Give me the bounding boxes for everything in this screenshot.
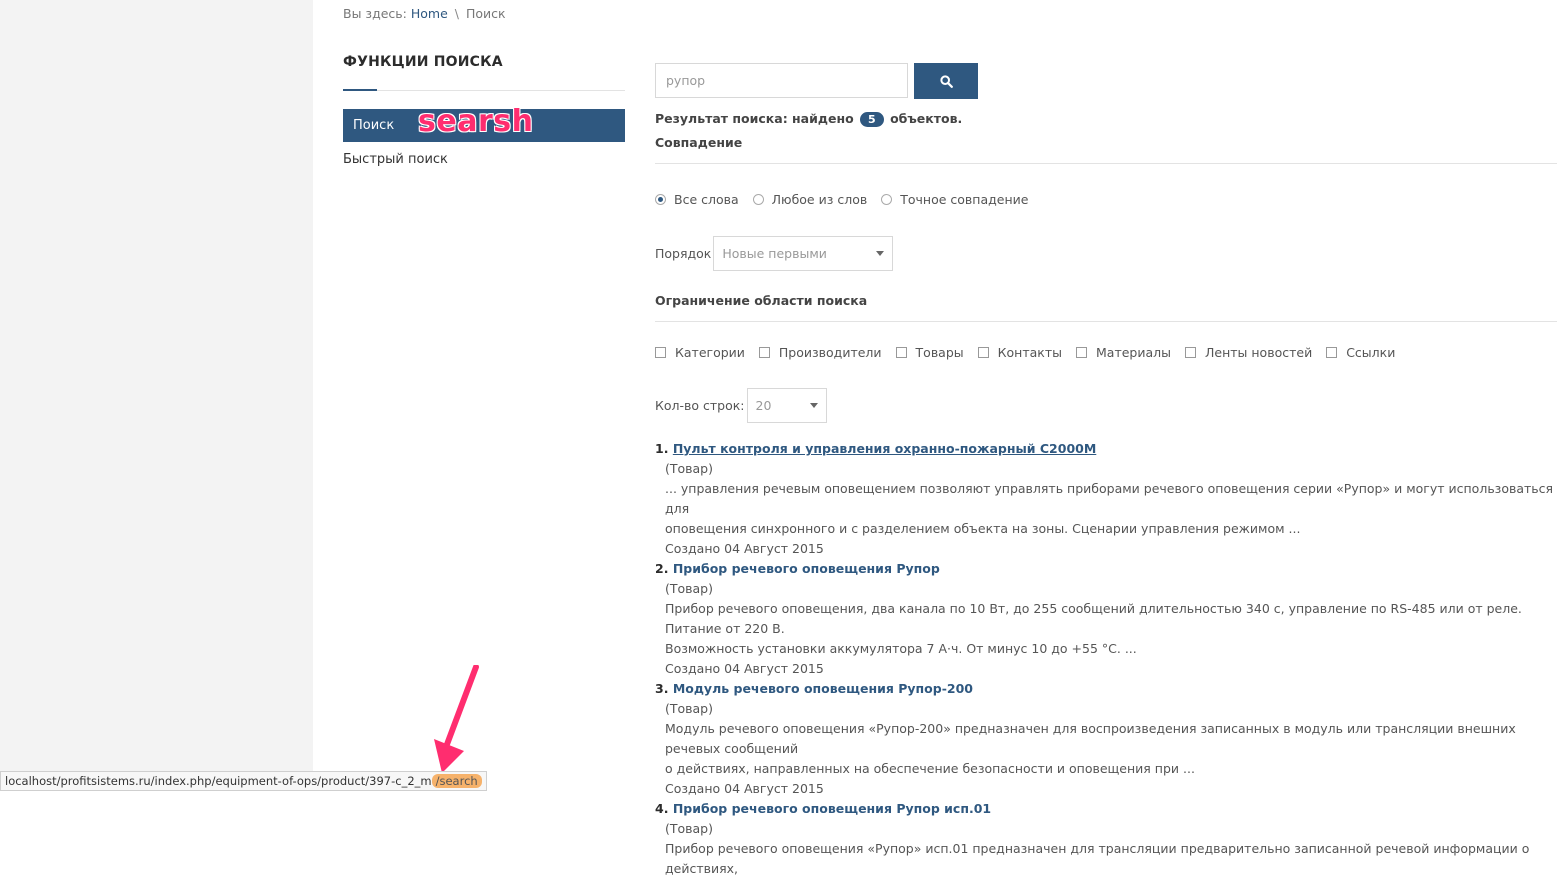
- result-type: (Товар): [665, 701, 713, 716]
- result-count-badge: 5: [860, 112, 884, 127]
- result-summary-prefix: Результат поиска: найдено: [655, 111, 854, 126]
- checkbox-newsfeeds-label[interactable]: Ленты новостей: [1205, 345, 1312, 360]
- result-item: 4. Прибор речевого оповещения Рупор исп.…: [655, 799, 1557, 879]
- result-type: (Товар): [665, 821, 713, 836]
- annotation-label: searsh: [418, 104, 534, 139]
- status-url: localhost/profitsistems.ru/index.php/equ…: [5, 774, 432, 788]
- result-title-line: 4. Прибор речевого оповещения Рупор исп.…: [655, 799, 1557, 819]
- scope-label: Ограничение области поиска: [655, 293, 868, 308]
- result-created: Создано 04 Август 2015: [665, 661, 824, 676]
- checkbox-categories[interactable]: [655, 347, 666, 358]
- result-text: оповещения синхронного и с разделением о…: [665, 521, 1301, 536]
- result-number: 1.: [655, 441, 669, 456]
- result-number: 3.: [655, 681, 669, 696]
- order-select-value: Новые первыми: [722, 246, 827, 261]
- sidebar-divider: [343, 90, 625, 91]
- result-item: 2. Прибор речевого оповещения Рупор (Тов…: [655, 559, 1557, 679]
- breadcrumb-current: Поиск: [465, 6, 506, 21]
- search-input[interactable]: [655, 63, 908, 98]
- checkbox-products[interactable]: [895, 347, 907, 358]
- radio-exact-match[interactable]: [881, 194, 893, 205]
- radio-all-words-label[interactable]: Все слова: [674, 192, 739, 207]
- results-list: 1. Пульт контроля и управления охранно-п…: [655, 439, 1557, 879]
- checkbox-manufacturers[interactable]: [758, 347, 770, 358]
- checkbox-links-label[interactable]: Ссылки: [1346, 345, 1395, 360]
- match-label: Совпадение: [655, 135, 743, 150]
- result-title-line: 3. Модуль речевого оповещения Рупор-200: [655, 679, 1557, 699]
- match-options: Все слова Любое из слов Точное совпадени…: [655, 192, 1042, 207]
- result-type: (Товар): [665, 461, 713, 476]
- result-title-link[interactable]: Пульт контроля и управления охранно-пожа…: [673, 441, 1096, 456]
- match-divider: [655, 163, 1557, 164]
- checkbox-categories-label[interactable]: Категории: [675, 345, 745, 360]
- rows-select-value: 20: [755, 398, 772, 413]
- checkbox-contacts-label[interactable]: Контакты: [998, 345, 1062, 360]
- radio-any-word[interactable]: [752, 194, 764, 205]
- radio-exact-match-label[interactable]: Точное совпадение: [900, 192, 1028, 207]
- sidebar-title: ФУНКЦИИ ПОИСКА: [343, 54, 503, 70]
- checkbox-links[interactable]: [1326, 347, 1338, 358]
- result-item: 3. Модуль речевого оповещения Рупор-200 …: [655, 679, 1557, 799]
- checkbox-newsfeeds[interactable]: [1185, 347, 1196, 358]
- rows-select[interactable]: 20: [746, 388, 827, 423]
- radio-all-words[interactable]: [655, 194, 666, 205]
- checkbox-materials-label[interactable]: Материалы: [1096, 345, 1171, 360]
- scope-divider: [655, 321, 1557, 322]
- search-button[interactable]: [914, 63, 978, 99]
- status-bar: localhost/profitsistems.ru/index.php/equ…: [0, 771, 487, 791]
- left-gutter: [0, 0, 313, 791]
- result-text: о действиях, направленных на обеспечение…: [665, 761, 1195, 776]
- result-title-line: 1. Пульт контроля и управления охранно-п…: [655, 439, 1557, 459]
- result-text: Прибор речевого оповещения «Рупор» исп.0…: [665, 841, 1530, 876]
- breadcrumb-home-link[interactable]: Home: [411, 6, 448, 21]
- result-text: Модуль речевого оповещения «Рупор-200» п…: [665, 721, 1516, 756]
- result-item: 1. Пульт контроля и управления охранно-п…: [655, 439, 1557, 559]
- result-type: (Товар): [665, 581, 713, 596]
- result-number: 4.: [655, 801, 669, 816]
- checkbox-contacts[interactable]: [977, 347, 989, 358]
- result-text: ... управления речевым оповещением позво…: [665, 481, 1554, 516]
- checkbox-products-label[interactable]: Товары: [916, 345, 964, 360]
- scope-options: Категории Производители Товары Контакты …: [655, 345, 1409, 360]
- search-icon: [939, 74, 953, 88]
- rows-row: Кол-во строк: 20: [655, 388, 827, 423]
- result-created: Создано 04 Август 2015: [665, 781, 824, 796]
- result-summary-suffix: объектов.: [890, 111, 963, 126]
- breadcrumb-prefix: Вы здесь:: [343, 6, 407, 21]
- breadcrumb: Вы здесь: Home \ Поиск: [343, 6, 506, 21]
- result-number: 2.: [655, 561, 669, 576]
- result-title-link[interactable]: Прибор речевого оповещения Рупор исп.01: [673, 801, 991, 816]
- result-text: Возможность установки аккумулятора 7 А·ч…: [665, 641, 1137, 656]
- result-created: Создано 04 Август 2015: [665, 541, 824, 556]
- sidebar-item-quick-search[interactable]: Быстрый поиск: [343, 152, 448, 167]
- result-title-link[interactable]: Прибор речевого оповещения Рупор: [673, 561, 940, 576]
- checkbox-materials[interactable]: [1076, 347, 1087, 358]
- checkbox-manufacturers-label[interactable]: Производители: [779, 345, 882, 360]
- order-row: Порядок Новые первыми: [655, 236, 894, 271]
- result-title-line: 2. Прибор речевого оповещения Рупор: [655, 559, 1557, 579]
- breadcrumb-separator: \: [454, 6, 459, 21]
- annotation-arrow-icon: [434, 665, 479, 773]
- result-summary: Результат поиска: найдено 5 объектов.: [655, 111, 962, 127]
- chevron-down-icon: [876, 251, 885, 256]
- result-text: Прибор речевого оповещения, два канала п…: [665, 601, 1522, 636]
- chevron-down-icon: [809, 403, 818, 408]
- sidebar-divider-accent: [343, 89, 377, 91]
- rows-label: Кол-во строк:: [655, 398, 745, 413]
- result-title-link[interactable]: Модуль речевого оповещения Рупор-200: [673, 681, 973, 696]
- radio-any-word-label[interactable]: Любое из слов: [772, 192, 868, 207]
- order-label: Порядок: [655, 246, 712, 261]
- status-url-highlight: /search: [431, 774, 482, 788]
- order-select[interactable]: Новые первыми: [713, 236, 894, 271]
